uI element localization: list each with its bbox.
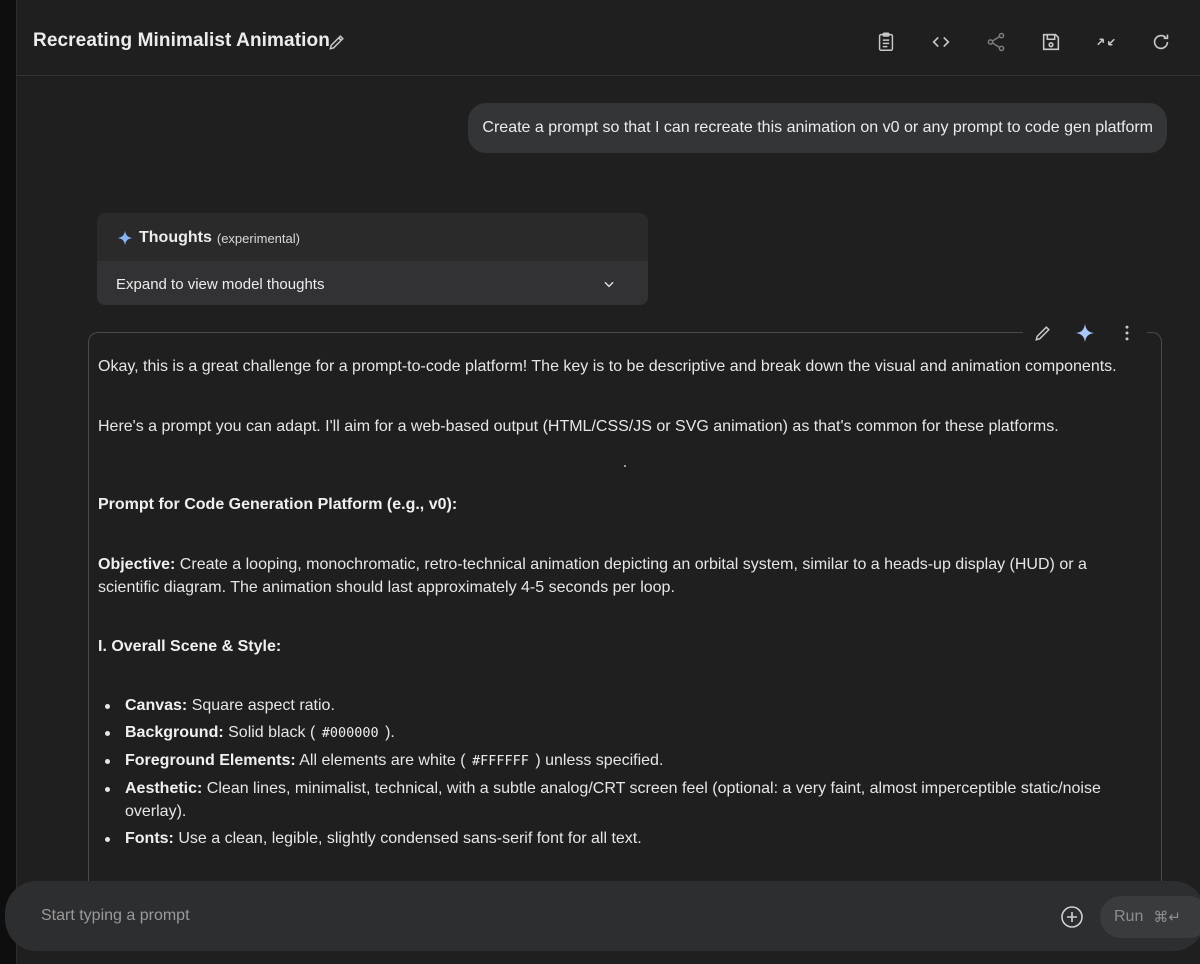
edit-icon[interactable] (1033, 323, 1053, 343)
list-item: Aesthetic: Clean lines, minimalist, tech… (105, 777, 1155, 823)
run-shortcut: ⌘↵ (1153, 908, 1181, 926)
more-options-icon[interactable] (1117, 323, 1137, 343)
objective-paragraph: Objective: Create a looping, monochromat… (98, 553, 1138, 599)
thoughts-panel: Thoughts (experimental) Expand to view m… (97, 213, 648, 305)
run-label: Run (1114, 908, 1144, 925)
header: Recreating Minimalist Animation (17, 0, 1200, 76)
run-button[interactable]: Run ⌘↵ (1100, 896, 1200, 938)
collapse-icon[interactable] (1094, 30, 1118, 54)
expand-label: Expand to view model thoughts (116, 276, 325, 293)
list-item: Fonts: Use a clean, legible, slightly co… (105, 827, 1155, 850)
code-icon[interactable] (929, 30, 953, 54)
page-title: Recreating Minimalist Animation (33, 30, 330, 51)
app-window: Recreating Minimalist Animation Create a… (16, 0, 1200, 964)
response-heading: Prompt for Code Generation Platform (e.g… (98, 496, 458, 513)
thoughts-header: Thoughts (experimental) (117, 229, 300, 247)
style-list: Canvas: Square aspect ratio. Background:… (105, 694, 1155, 854)
sparkle-icon (117, 230, 133, 246)
user-message: Create a prompt so that I can recreate t… (468, 103, 1167, 153)
objective-label: Objective: (98, 556, 176, 573)
list-item: Foreground Elements: All elements are wh… (105, 749, 1155, 773)
response-paragraph: Here's a prompt you can adapt. I'll aim … (98, 418, 1059, 435)
chevron-down-icon (604, 281, 614, 288)
separator-dot (624, 465, 626, 467)
list-item: Canvas: Square aspect ratio. (105, 694, 1155, 717)
save-icon[interactable] (1039, 30, 1063, 54)
section-heading: I. Overall Scene & Style: (98, 638, 282, 655)
toolbar (874, 30, 1173, 54)
prompt-input[interactable] (41, 901, 1021, 931)
response-paragraph: Okay, this is a great challenge for a pr… (98, 358, 1117, 375)
edit-title-icon[interactable] (327, 32, 347, 52)
prompt-bar: Run ⌘↵ (5, 881, 1200, 951)
add-circle-icon[interactable] (1060, 905, 1084, 929)
thoughts-tag: (experimental) (216, 230, 300, 246)
inline-code: #FFFFFF (471, 753, 529, 769)
refresh-icon[interactable] (1149, 30, 1173, 54)
expand-thoughts-button[interactable]: Expand to view model thoughts (97, 261, 648, 305)
objective-text: Create a looping, monochromatic, retro-t… (98, 556, 1087, 596)
response-card: Okay, this is a great challenge for a pr… (88, 320, 1162, 892)
inline-code: #000000 (321, 725, 379, 741)
clipboard-icon[interactable] (874, 30, 898, 54)
thoughts-title: Thoughts (139, 229, 212, 246)
list-item: Background: Solid black ( #000000 ). (105, 721, 1155, 745)
sparkle-icon[interactable] (1075, 323, 1095, 343)
share-icon[interactable] (984, 30, 1008, 54)
response-actions (1023, 320, 1147, 346)
